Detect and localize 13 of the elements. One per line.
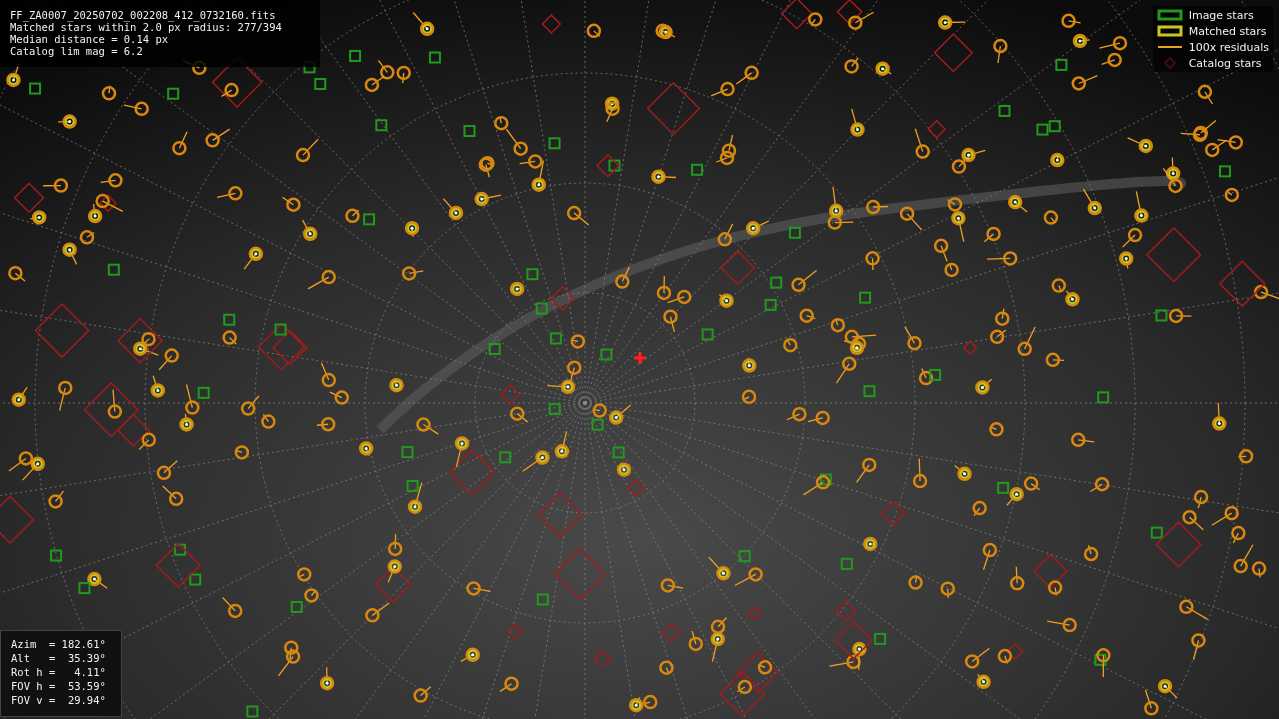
info-text: Alt = 35.39° <box>11 651 107 665</box>
info-text: Catalog lim mag = 6.2 <box>10 45 144 57</box>
info-text: Median distance = 0.14 px <box>10 33 170 45</box>
legend-label: Matched stars <box>1188 24 1267 38</box>
legend-label: 100x residuals <box>1188 40 1269 54</box>
info-text: Matched stars within 2.0 px radius: 277/394 <box>10 21 283 33</box>
info-text: FOV h = 53.59° <box>11 679 107 693</box>
legend-label: Catalog stars <box>1188 56 1262 70</box>
info-text: Rot h = 4.11° <box>11 665 107 679</box>
info-text: FOV v = 29.94° <box>11 693 107 707</box>
info-text: Azim = 182.61° <box>11 637 107 651</box>
legend-label: Image stars <box>1188 8 1254 22</box>
info-text: FF_ZA0007_20250702_002208_412_0732160.fits <box>10 9 277 21</box>
